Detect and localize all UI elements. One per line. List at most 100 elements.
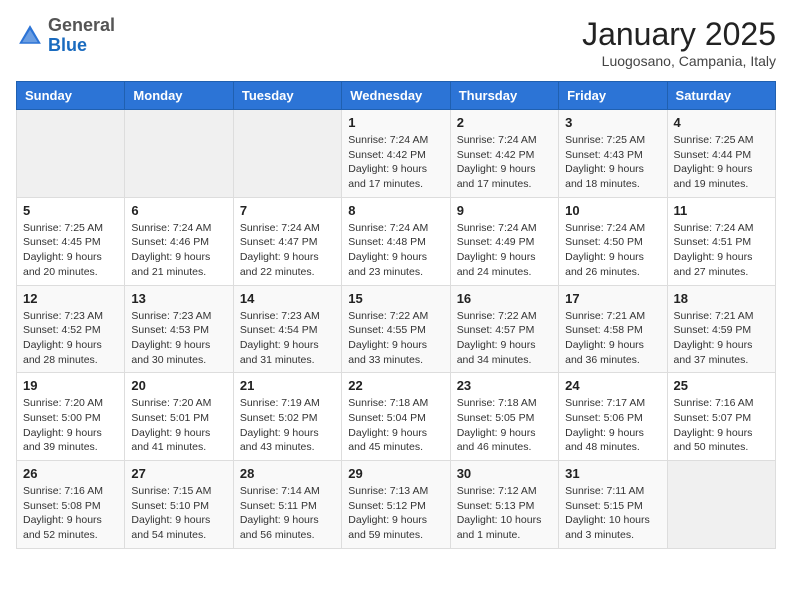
logo-text: General Blue — [48, 16, 115, 56]
day-info: Sunrise: 7:21 AM Sunset: 4:59 PM Dayligh… — [674, 309, 769, 368]
calendar-cell: 31 Sunrise: 7:11 AM Sunset: 5:15 PM Dayli… — [559, 461, 667, 549]
day-number: 7 — [240, 203, 335, 218]
calendar-table: SundayMondayTuesdayWednesdayThursdayFrid… — [16, 81, 776, 549]
day-info: Sunrise: 7:25 AM Sunset: 4:43 PM Dayligh… — [565, 133, 660, 192]
calendar-cell: 13 Sunrise: 7:23 AM Sunset: 4:53 PM Dayli… — [125, 285, 233, 373]
day-number: 2 — [457, 115, 552, 130]
calendar-cell: 28 Sunrise: 7:14 AM Sunset: 5:11 PM Dayli… — [233, 461, 341, 549]
calendar-cell: 26 Sunrise: 7:16 AM Sunset: 5:08 PM Dayli… — [17, 461, 125, 549]
day-number: 3 — [565, 115, 660, 130]
day-info: Sunrise: 7:12 AM Sunset: 5:13 PM Dayligh… — [457, 484, 552, 543]
calendar-cell — [667, 461, 775, 549]
weekday-header-thursday: Thursday — [450, 82, 558, 110]
day-number: 19 — [23, 378, 118, 393]
day-info: Sunrise: 7:24 AM Sunset: 4:49 PM Dayligh… — [457, 221, 552, 280]
calendar-cell — [17, 110, 125, 198]
weekday-header-sunday: Sunday — [17, 82, 125, 110]
calendar-cell: 6 Sunrise: 7:24 AM Sunset: 4:46 PM Daylig… — [125, 197, 233, 285]
day-number: 23 — [457, 378, 552, 393]
calendar-cell: 4Sunrise: 7:25 AM Sunset: 4:44 PM Daylig… — [667, 110, 775, 198]
day-number: 22 — [348, 378, 443, 393]
calendar-cell: 23 Sunrise: 7:18 AM Sunset: 5:05 PM Dayli… — [450, 373, 558, 461]
day-info: Sunrise: 7:23 AM Sunset: 4:54 PM Dayligh… — [240, 309, 335, 368]
day-number: 10 — [565, 203, 660, 218]
day-number: 15 — [348, 291, 443, 306]
calendar-cell — [125, 110, 233, 198]
day-info: Sunrise: 7:25 AM Sunset: 4:45 PM Dayligh… — [23, 221, 118, 280]
calendar-cell: 3 Sunrise: 7:25 AM Sunset: 4:43 PM Daylig… — [559, 110, 667, 198]
month-title: January 2025 — [582, 16, 776, 53]
day-number: 12 — [23, 291, 118, 306]
calendar-cell: 19Sunrise: 7:20 AM Sunset: 5:00 PM Dayli… — [17, 373, 125, 461]
day-info: Sunrise: 7:16 AM Sunset: 5:07 PM Dayligh… — [674, 396, 769, 455]
calendar-cell: 11 Sunrise: 7:24 AM Sunset: 4:51 PM Dayli… — [667, 197, 775, 285]
calendar-cell: 22 Sunrise: 7:18 AM Sunset: 5:04 PM Dayli… — [342, 373, 450, 461]
day-info: Sunrise: 7:25 AM Sunset: 4:44 PM Dayligh… — [674, 133, 769, 192]
day-number: 31 — [565, 466, 660, 481]
day-number: 14 — [240, 291, 335, 306]
week-row-3: 12 Sunrise: 7:23 AM Sunset: 4:52 PM Dayli… — [17, 285, 776, 373]
day-info: Sunrise: 7:23 AM Sunset: 4:52 PM Dayligh… — [23, 309, 118, 368]
day-number: 6 — [131, 203, 226, 218]
day-info: Sunrise: 7:24 AM Sunset: 4:42 PM Dayligh… — [457, 133, 552, 192]
calendar-cell: 16Sunrise: 7:22 AM Sunset: 4:57 PM Dayli… — [450, 285, 558, 373]
title-block: January 2025 Luogosano, Campania, Italy — [582, 16, 776, 69]
calendar-cell: 15 Sunrise: 7:22 AM Sunset: 4:55 PM Dayli… — [342, 285, 450, 373]
calendar-cell: 20 Sunrise: 7:20 AM Sunset: 5:01 PM Dayli… — [125, 373, 233, 461]
calendar-cell: 1Sunrise: 7:24 AM Sunset: 4:42 PM Daylig… — [342, 110, 450, 198]
calendar-cell: 25 Sunrise: 7:16 AM Sunset: 5:07 PM Dayli… — [667, 373, 775, 461]
day-info: Sunrise: 7:21 AM Sunset: 4:58 PM Dayligh… — [565, 309, 660, 368]
calendar-cell: 10Sunrise: 7:24 AM Sunset: 4:50 PM Dayli… — [559, 197, 667, 285]
day-number: 29 — [348, 466, 443, 481]
day-number: 26 — [23, 466, 118, 481]
calendar-cell: 2 Sunrise: 7:24 AM Sunset: 4:42 PM Daylig… — [450, 110, 558, 198]
day-number: 5 — [23, 203, 118, 218]
calendar-cell: 9 Sunrise: 7:24 AM Sunset: 4:49 PM Daylig… — [450, 197, 558, 285]
day-number: 13 — [131, 291, 226, 306]
calendar-cell: 18 Sunrise: 7:21 AM Sunset: 4:59 PM Dayli… — [667, 285, 775, 373]
day-number: 18 — [674, 291, 769, 306]
day-info: Sunrise: 7:16 AM Sunset: 5:08 PM Dayligh… — [23, 484, 118, 543]
day-number: 16 — [457, 291, 552, 306]
day-number: 25 — [674, 378, 769, 393]
day-info: Sunrise: 7:22 AM Sunset: 4:55 PM Dayligh… — [348, 309, 443, 368]
calendar-cell: 17Sunrise: 7:21 AM Sunset: 4:58 PM Dayli… — [559, 285, 667, 373]
weekday-header-tuesday: Tuesday — [233, 82, 341, 110]
day-info: Sunrise: 7:19 AM Sunset: 5:02 PM Dayligh… — [240, 396, 335, 455]
day-number: 20 — [131, 378, 226, 393]
day-number: 9 — [457, 203, 552, 218]
day-number: 27 — [131, 466, 226, 481]
logo-blue: Blue — [48, 35, 87, 55]
day-info: Sunrise: 7:24 AM Sunset: 4:46 PM Dayligh… — [131, 221, 226, 280]
weekday-header-saturday: Saturday — [667, 82, 775, 110]
calendar-cell: 7 Sunrise: 7:24 AM Sunset: 4:47 PM Daylig… — [233, 197, 341, 285]
day-number: 1 — [348, 115, 443, 130]
day-info: Sunrise: 7:24 AM Sunset: 4:51 PM Dayligh… — [674, 221, 769, 280]
day-info: Sunrise: 7:20 AM Sunset: 5:01 PM Dayligh… — [131, 396, 226, 455]
weekday-header-row: SundayMondayTuesdayWednesdayThursdayFrid… — [17, 82, 776, 110]
day-number: 30 — [457, 466, 552, 481]
page-header: General Blue January 2025 Luogosano, Cam… — [16, 16, 776, 69]
logo: General Blue — [16, 16, 115, 56]
week-row-2: 5 Sunrise: 7:25 AM Sunset: 4:45 PM Daylig… — [17, 197, 776, 285]
week-row-1: 1 Sunrise: 7:24 AM Sunset: 4:42 PM Daylig… — [17, 110, 776, 198]
day-info: Sunrise: 7:13 AM Sunset: 5:12 PM Dayligh… — [348, 484, 443, 543]
day-number: 24 — [565, 378, 660, 393]
day-info: Sunrise: 7:14 AM Sunset: 5:11 PM Dayligh… — [240, 484, 335, 543]
calendar-cell: 5 Sunrise: 7:25 AM Sunset: 4:45 PM Daylig… — [17, 197, 125, 285]
calendar-cell — [233, 110, 341, 198]
day-info: Sunrise: 7:11 AM Sunset: 5:15 PM Dayligh… — [565, 484, 660, 543]
day-number: 28 — [240, 466, 335, 481]
logo-icon — [16, 22, 44, 50]
day-info: Sunrise: 7:24 AM Sunset: 4:47 PM Dayligh… — [240, 221, 335, 280]
day-number: 11 — [674, 203, 769, 218]
day-info: Sunrise: 7:15 AM Sunset: 5:10 PM Dayligh… — [131, 484, 226, 543]
calendar-cell: 21Sunrise: 7:19 AM Sunset: 5:02 PM Dayli… — [233, 373, 341, 461]
day-info: Sunrise: 7:18 AM Sunset: 5:04 PM Dayligh… — [348, 396, 443, 455]
day-info: Sunrise: 7:17 AM Sunset: 5:06 PM Dayligh… — [565, 396, 660, 455]
logo-general: General — [48, 15, 115, 35]
day-info: Sunrise: 7:23 AM Sunset: 4:53 PM Dayligh… — [131, 309, 226, 368]
calendar-cell: 30 Sunrise: 7:12 AM Sunset: 5:13 PM Dayli… — [450, 461, 558, 549]
calendar-cell: 8Sunrise: 7:24 AM Sunset: 4:48 PM Daylig… — [342, 197, 450, 285]
day-info: Sunrise: 7:18 AM Sunset: 5:05 PM Dayligh… — [457, 396, 552, 455]
